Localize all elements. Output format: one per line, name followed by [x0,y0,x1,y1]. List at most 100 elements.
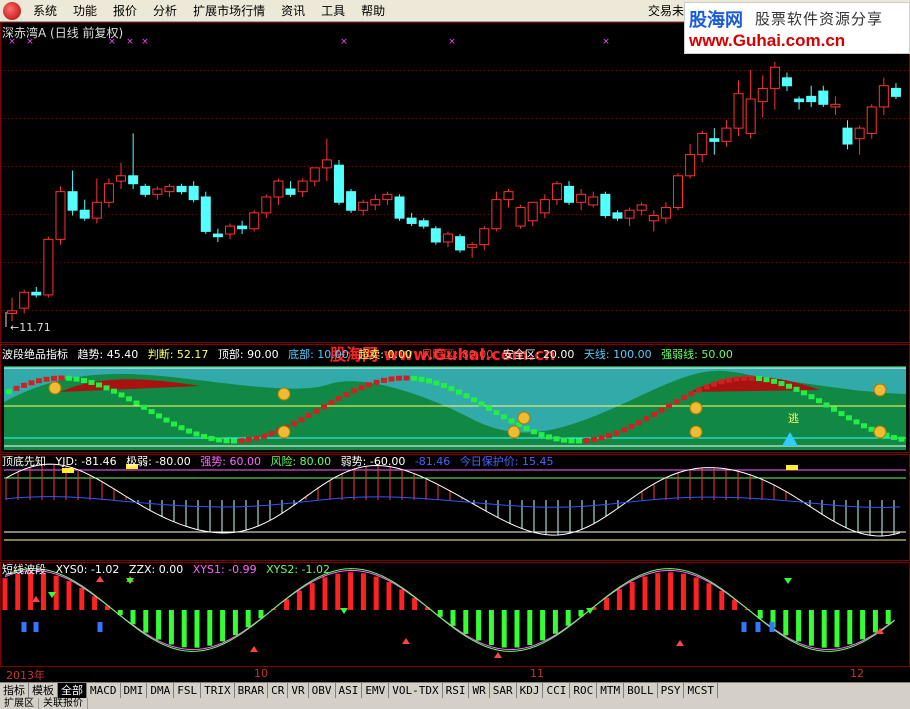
candle-body [479,228,490,246]
band-step [681,395,687,401]
band-step [433,380,440,386]
xys-bar [15,574,21,610]
xys-bar [245,610,251,628]
indicator-tab[interactable]: WR [469,683,490,698]
band-step [88,379,95,385]
menu-item-news[interactable]: 资讯 [273,0,313,22]
candle-body [176,185,187,193]
low-price-label: ←11.71 [10,321,51,334]
date-label: 12 [850,667,864,680]
xys-bar [412,597,418,610]
band-step [103,385,110,391]
indicator-tab[interactable]: CR [268,683,289,698]
menu-item-system[interactable]: 系统 [25,0,65,22]
candle-body [237,225,248,230]
band-step [73,376,80,382]
indicator-tab[interactable]: SAR [490,683,517,698]
blue-block [769,622,775,632]
band-step [186,428,192,434]
xys-bar [629,581,635,610]
xys-bar [872,610,878,633]
face-icon [873,425,887,439]
band-step [508,418,515,424]
band-step [28,380,35,386]
status-tab[interactable]: 关联报价 [39,698,88,709]
indicator-tab[interactable]: CCI [543,683,571,698]
blue-block [741,622,747,632]
band-step [81,378,87,384]
xys-bar [194,610,200,648]
band-step [238,438,245,444]
band-step [223,438,230,444]
band-step [306,413,312,419]
band-step [523,426,530,432]
candle-body [745,98,756,134]
candle-body [19,291,30,309]
menu-item-function[interactable]: 功能 [65,0,105,22]
indicator-tab[interactable]: BOLL [624,683,658,698]
band-step [441,383,447,389]
band-step [621,427,627,433]
band-step [538,432,545,438]
indicator-tab[interactable]: FSL [174,683,202,698]
indicator-tab[interactable]: OBV [309,683,336,698]
status-tab[interactable]: 扩展区 [0,698,39,709]
band-step [111,388,117,394]
indicator-tab[interactable]: ROC [570,683,598,698]
indicator-tab[interactable]: MCST [684,683,718,698]
indicator-tab[interactable]: DMA [147,683,175,698]
candle-body [830,103,841,108]
menu-item-quotes[interactable]: 报价 [105,0,145,22]
band-step [808,394,815,400]
xys-bar [143,610,149,633]
xys-bar [284,599,290,610]
candle-body [442,233,453,243]
xys-bar [719,590,725,610]
indicator-tab[interactable]: VR [288,683,309,698]
band-step [246,437,252,443]
band-step [606,433,612,439]
indicator-tab[interactable]: ASI [336,683,363,698]
indicator-tab[interactable]: DMI [121,683,148,698]
indicator-tab[interactable]: MTM [597,683,625,698]
indicator-value: XYS2: -1.02 [262,563,331,576]
buy-arrow-icon [250,646,258,652]
xys-bar [130,610,136,625]
candle-body [164,185,175,193]
menu-item-help[interactable]: 帮助 [353,0,393,22]
indicator-tab[interactable]: PSY [658,683,685,698]
candle-body [200,196,211,232]
candle-body [709,138,720,142]
menu-item-extended-market[interactable]: 扩展市场行情 [185,0,273,22]
band-step [688,391,695,397]
indicator-tab[interactable]: EMV [362,683,390,698]
band-step [66,375,72,381]
trade-menu-item[interactable]: 交易未 [648,0,684,22]
sell-arrow-icon [340,608,348,614]
menu-item-analysis[interactable]: 分析 [145,0,185,22]
face-icon [689,401,703,415]
indicator-tab[interactable]: RSI [443,683,470,698]
xys-bar [386,582,392,610]
indicator-tab[interactable]: 模板 [29,683,58,698]
buy-arrow-icon [676,640,684,646]
candle-body [309,167,320,182]
candle-body [491,199,502,230]
menu-item-tools[interactable]: 工具 [313,0,353,22]
indicator-tab[interactable]: 指标 [0,683,29,698]
indicator-tab[interactable]: KDJ [517,683,544,698]
indicator-tab[interactable]: 全部 [58,683,87,698]
band-step [178,425,185,431]
candle-body [648,215,659,222]
indicator-tab[interactable]: BRAR [235,683,269,698]
indicator-tab[interactable]: VOL-TDX [389,683,443,698]
candle-body [67,191,78,211]
band-step [658,407,665,413]
indicator-tab[interactable]: MACD [87,683,121,698]
xys-bar [232,610,238,636]
indicator-tab[interactable]: TRIX [201,683,235,698]
band-step [253,435,260,441]
band-step [208,435,215,441]
indicator-tab-bar: 指标 模板 全部 MACD DMI DMA FSL TRIX BRAR CR VR OBV ASI EMV… [0,682,910,698]
candle-body [55,191,66,240]
